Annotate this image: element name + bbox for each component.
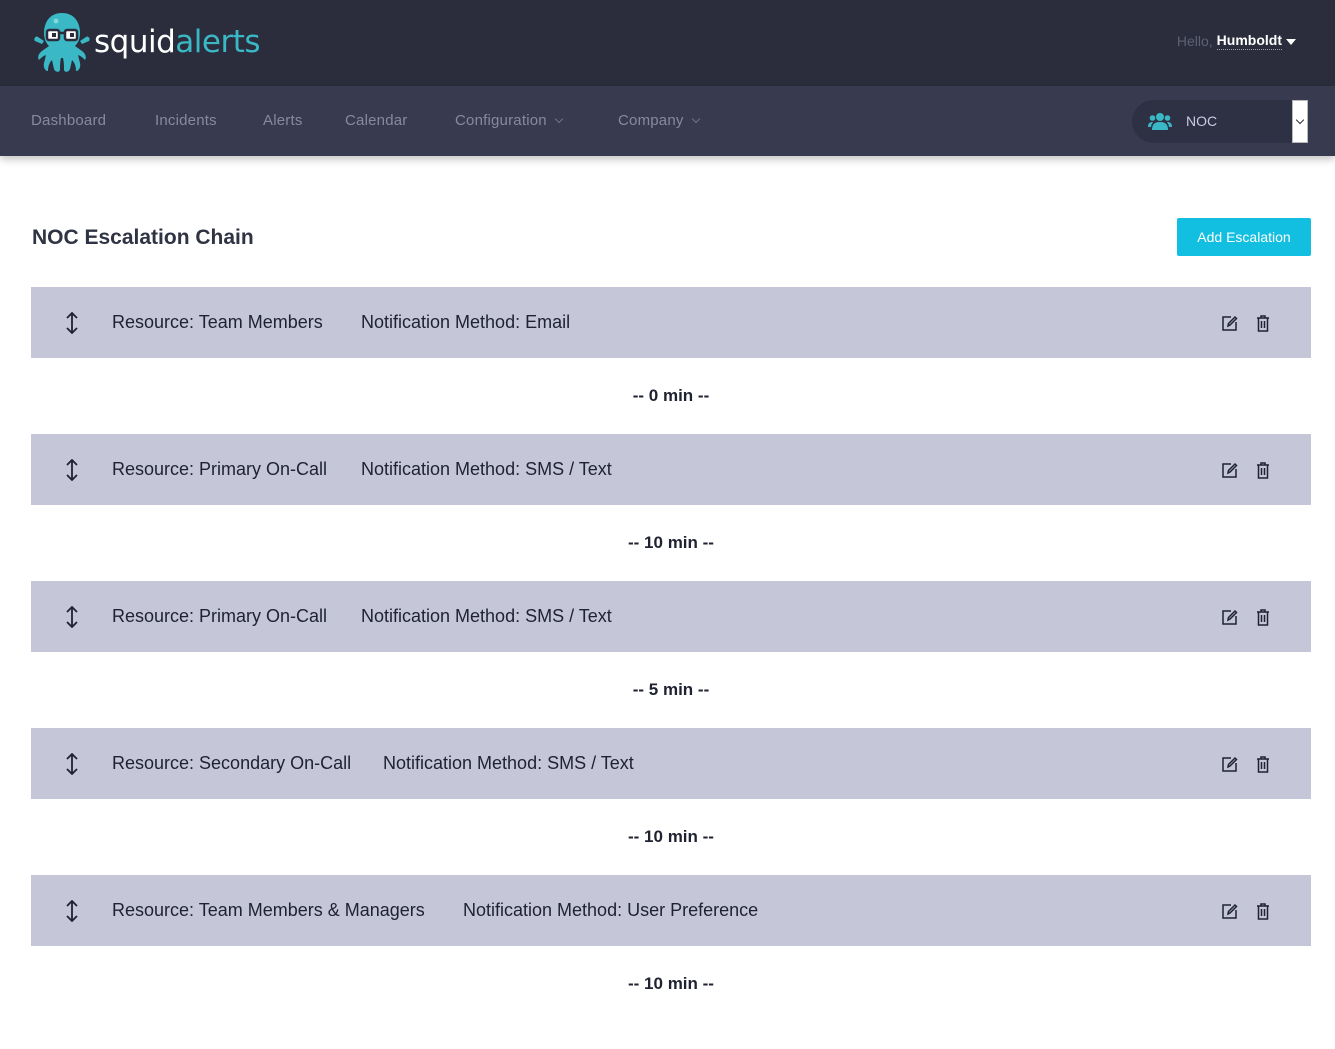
nav-calendar[interactable]: Calendar bbox=[345, 112, 407, 129]
escalation-resource: Resource: Primary On-Call bbox=[112, 459, 328, 479]
reorder-handle-icon[interactable] bbox=[63, 606, 81, 628]
escalation-row: Resource: Primary On-Call Notification M… bbox=[31, 434, 1311, 505]
nav-company-label: Company bbox=[618, 112, 684, 129]
nav-alerts[interactable]: Alerts bbox=[263, 112, 303, 129]
trash-icon[interactable] bbox=[1256, 609, 1270, 626]
nav-configuration-label: Configuration bbox=[455, 112, 547, 129]
escalation-resource: Resource: Team Members bbox=[112, 312, 323, 332]
team-select-dropdown-button[interactable] bbox=[1292, 100, 1308, 143]
edit-icon[interactable] bbox=[1221, 609, 1238, 626]
escalation-delay: -- 0 min -- bbox=[632, 386, 710, 405]
trash-icon[interactable] bbox=[1256, 462, 1270, 479]
escalation-method: Notification Method: SMS / Text bbox=[361, 459, 612, 479]
reorder-handle-icon[interactable] bbox=[63, 312, 81, 334]
nav-incidents[interactable]: Incidents bbox=[155, 112, 217, 129]
escalation-method: Notification Method: SMS / Text bbox=[383, 753, 634, 773]
escalation-method: Notification Method: User Preference bbox=[463, 900, 759, 920]
escalation-resource: Resource: Primary On-Call bbox=[112, 606, 328, 626]
users-icon bbox=[1148, 113, 1172, 130]
reorder-handle-icon[interactable] bbox=[63, 900, 81, 922]
logo-text-squid: squid bbox=[94, 24, 176, 60]
logo-text: squidalerts bbox=[94, 24, 261, 60]
escalation-delay: -- 10 min -- bbox=[628, 974, 714, 993]
chevron-down-icon bbox=[1295, 115, 1305, 125]
add-escalation-button[interactable]: Add Escalation bbox=[1177, 218, 1311, 256]
chevron-down-icon bbox=[554, 114, 564, 124]
edit-icon[interactable] bbox=[1221, 315, 1238, 332]
edit-icon[interactable] bbox=[1221, 756, 1238, 773]
escalation-delay: -- 5 min -- bbox=[632, 680, 710, 699]
trash-icon[interactable] bbox=[1256, 756, 1270, 773]
logo[interactable]: squidalerts bbox=[32, 10, 261, 74]
escalation-chain: Resource: Team Members Notification Meth… bbox=[31, 287, 1311, 1022]
team-select[interactable]: NOC bbox=[1132, 100, 1308, 143]
nav-company[interactable]: Company bbox=[618, 112, 700, 129]
user-greeting: Hello, Humboldt bbox=[1177, 32, 1296, 50]
escalation-row: Resource: Primary On-Call Notification M… bbox=[31, 581, 1311, 652]
greeting-label: Hello, bbox=[1176, 33, 1213, 49]
reorder-handle-icon[interactable] bbox=[63, 753, 81, 775]
chevron-down-icon bbox=[691, 114, 700, 124]
caret-down-icon[interactable] bbox=[1286, 39, 1296, 45]
escalation-method: Notification Method: SMS / Text bbox=[361, 606, 612, 626]
page-title: NOC Escalation Chain bbox=[32, 226, 254, 249]
user-menu-toggle[interactable]: Humboldt bbox=[1216, 32, 1282, 50]
logo-text-alerts: alerts bbox=[175, 24, 261, 60]
team-select-value: NOC bbox=[1186, 113, 1218, 129]
escalation-delay: -- 10 min -- bbox=[628, 827, 714, 846]
escalation-delay: -- 10 min -- bbox=[628, 533, 714, 552]
escalation-row: Resource: Team Members Notification Meth… bbox=[31, 287, 1311, 358]
edit-icon[interactable] bbox=[1221, 903, 1238, 920]
squid-logo-icon bbox=[34, 13, 90, 72]
escalation-method: Notification Method: Email bbox=[361, 312, 571, 332]
reorder-handle-icon[interactable] bbox=[63, 459, 81, 481]
top-header: squidalerts Hello, Humboldt bbox=[0, 0, 1335, 86]
nav-configuration[interactable]: Configuration bbox=[455, 112, 564, 129]
escalation-resource: Resource: Team Members & Managers bbox=[112, 900, 425, 920]
main-nav: Dashboard Incidents Alerts Calendar Conf… bbox=[0, 86, 1335, 156]
escalation-row: Resource: Team Members & Managers Notifi… bbox=[31, 875, 1311, 946]
trash-icon[interactable] bbox=[1256, 315, 1270, 332]
trash-icon[interactable] bbox=[1256, 903, 1270, 920]
edit-icon[interactable] bbox=[1221, 462, 1238, 479]
escalation-row: Resource: Secondary On-Call Notification… bbox=[31, 728, 1311, 799]
escalation-resource: Resource: Secondary On-Call bbox=[112, 753, 352, 773]
nav-dashboard[interactable]: Dashboard bbox=[31, 112, 106, 129]
